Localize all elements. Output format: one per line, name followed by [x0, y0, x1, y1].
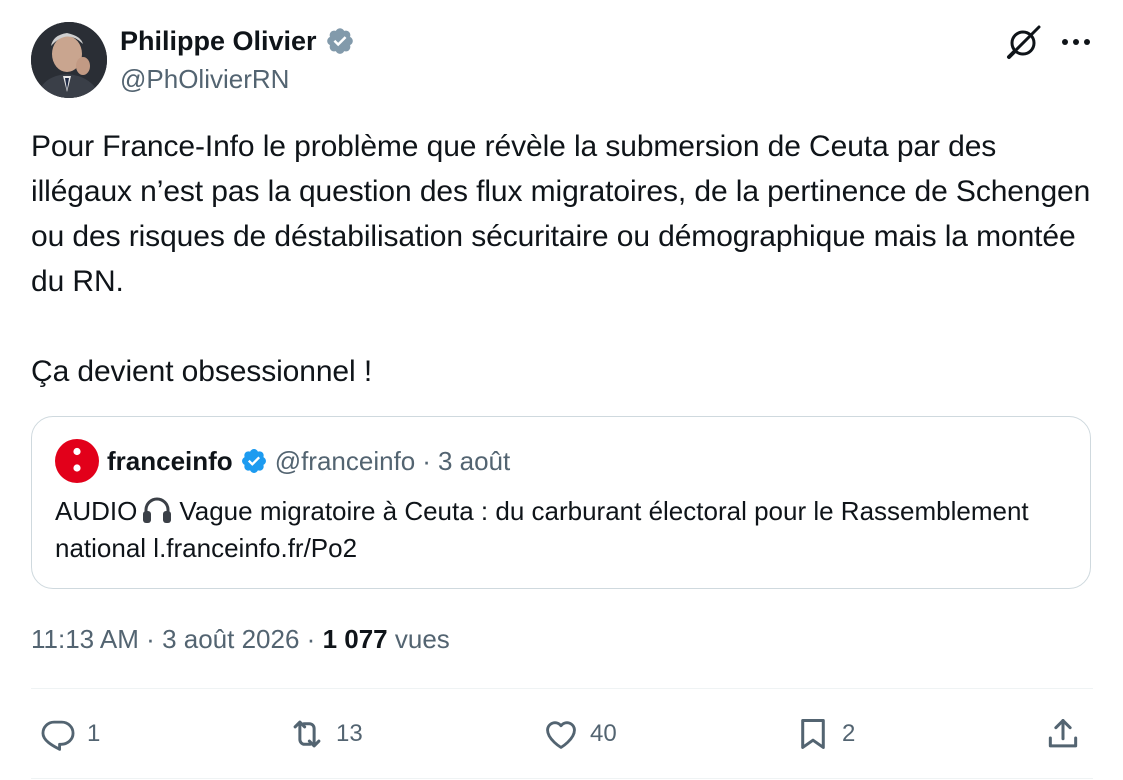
bookmark-icon — [801, 719, 825, 749]
repost-button[interactable]: 13 — [288, 714, 363, 754]
author-name-row: Philippe Olivier — [120, 24, 355, 58]
bookmark-button[interactable]: 2 — [794, 714, 855, 754]
verified-badge-icon[interactable] — [240, 447, 268, 475]
tweet-time[interactable]: 11:13 AM — [31, 624, 139, 654]
meta-separator: · — [306, 624, 316, 654]
views-label: vues — [394, 624, 450, 654]
grok-icon[interactable] — [1006, 24, 1042, 60]
share-button[interactable] — [1044, 714, 1082, 754]
author-avatar[interactable] — [31, 22, 107, 98]
repost-icon — [293, 720, 321, 748]
franceinfo-avatar[interactable] — [55, 439, 99, 483]
quoted-text-prefix: AUDIO — [55, 496, 138, 526]
repost-count: 13 — [336, 720, 363, 747]
tweet-meta: 11:13 AM · 3 août 2026 · 1 077 vues — [31, 621, 450, 657]
meta-separator: · — [146, 624, 155, 654]
headphones-icon — [141, 496, 173, 524]
divider — [31, 778, 1093, 779]
reply-icon — [41, 720, 75, 751]
quoted-tweet-text: AUDIO Vague migratoire à Ceuta : du carb… — [55, 493, 1065, 567]
quoted-separator: · — [422, 446, 431, 476]
divider — [31, 688, 1093, 689]
verified-badge-icon[interactable] — [325, 26, 355, 56]
share-icon — [1048, 719, 1078, 748]
quoted-date[interactable]: 3 août — [438, 444, 510, 478]
bookmark-count: 2 — [842, 720, 856, 747]
tweet-text: Pour France-Info le problème que révèle … — [31, 130, 1091, 388]
quoted-tweet-header: franceinfo @franceinfo · 3 août — [107, 444, 510, 478]
like-count: 40 — [590, 720, 617, 747]
more-icon[interactable] — [1059, 30, 1093, 54]
quoted-author-name[interactable]: franceinfo — [107, 444, 233, 478]
heart-icon — [546, 721, 576, 749]
tweet-date[interactable]: 3 août 2026 — [162, 624, 299, 654]
author-name[interactable]: Philippe Olivier — [120, 24, 317, 58]
views-count: 1 077 — [322, 624, 388, 654]
author-handle[interactable]: @PhOlivierRN — [120, 63, 289, 95]
quoted-author-handle[interactable]: @franceinfo — [275, 444, 416, 478]
quoted-text-body: Vague migratoire à Ceuta : du carburant … — [55, 496, 1029, 563]
reply-button[interactable]: 1 — [39, 714, 100, 754]
like-button[interactable]: 40 — [542, 714, 617, 754]
reply-count: 1 — [87, 720, 101, 747]
quoted-tweet[interactable]: franceinfo @franceinfo · 3 août AUDIO Va… — [31, 416, 1091, 589]
